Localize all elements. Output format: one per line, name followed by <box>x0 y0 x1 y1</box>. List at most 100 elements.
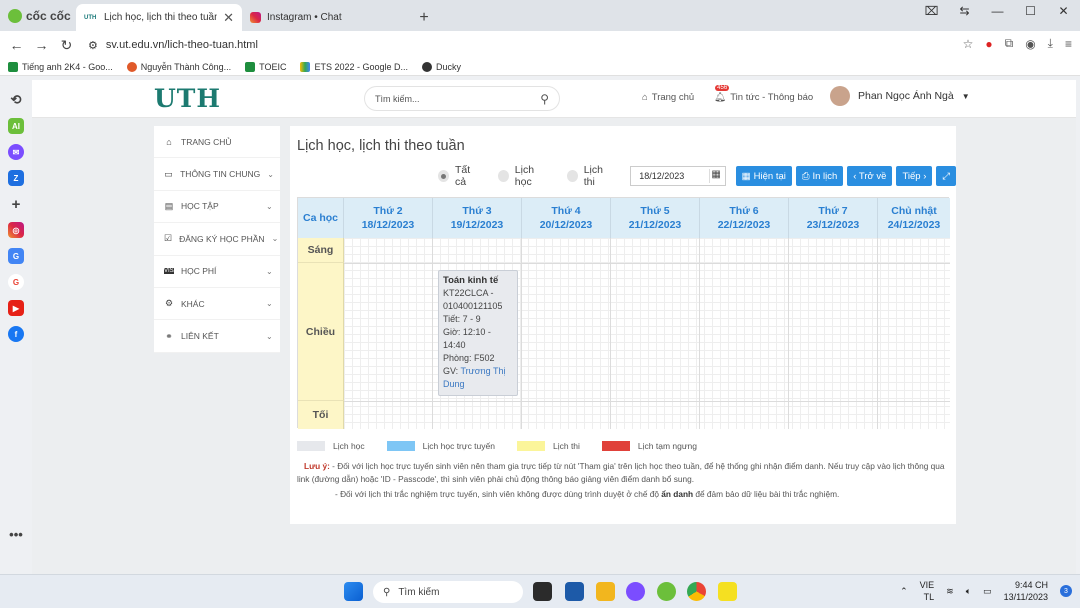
close-tab-icon[interactable]: ✕ <box>223 10 234 26</box>
reload-icon[interactable]: ↻ <box>54 37 79 54</box>
clock-date: 13/11/2023 <box>1003 592 1048 602</box>
youtube-icon[interactable]: ▶ <box>8 300 24 316</box>
bookmark-item[interactable]: Nguyễn Thành Công... <box>126 62 231 72</box>
sticky-notes-icon[interactable] <box>718 582 737 601</box>
screen-capture-icon[interactable]: ⌧ <box>915 0 948 22</box>
volume-icon[interactable]: 🔈︎ <box>966 586 971 597</box>
bookmark-item[interactable]: TOEIC <box>245 62 286 72</box>
new-tab-button[interactable]: + <box>410 4 438 31</box>
bookmark-label: ETS 2022 - Google D... <box>314 62 409 72</box>
menu-item-links[interactable]: ⚭ LIÊN KẾT ⌄ <box>154 320 280 353</box>
close-window-button[interactable]: ✕ <box>1047 0 1080 22</box>
store-icon[interactable] <box>565 582 584 601</box>
coccoc-icon[interactable] <box>657 582 676 601</box>
print-button[interactable]: ⎙ In lịch <box>795 166 844 186</box>
current-week-button[interactable]: ▦ Hiện tại <box>735 166 792 186</box>
sidebar-toggle-icon[interactable]: ⇆ <box>948 0 981 22</box>
header-day: Thứ 4 20/12/2023 <box>522 198 611 238</box>
translate-icon[interactable]: G <box>8 248 24 264</box>
legend-label: Lịch học <box>333 441 365 451</box>
search-icon[interactable]: ⚲ <box>540 92 549 106</box>
file-explorer-icon[interactable] <box>596 582 615 601</box>
event-code: 010400121105 <box>443 301 503 311</box>
news-badge: 456 <box>715 85 730 91</box>
print-icon: ⎙ <box>801 170 810 182</box>
language-indicator[interactable]: VIE TL <box>920 579 935 603</box>
header-day: Thứ 2 18/12/2023 <box>344 198 433 238</box>
page-title: Lịch học, lịch thi theo tuần <box>297 138 465 154</box>
more-icon[interactable]: ••• <box>8 526 24 542</box>
messenger-icon[interactable] <box>626 582 645 601</box>
back-icon[interactable]: ← <box>4 37 29 53</box>
ai-icon[interactable]: AI <box>8 118 24 134</box>
filter-all-radio[interactable]: Tất cả <box>438 164 482 188</box>
legend-label: Lịch tạm ngưng <box>637 441 698 451</box>
profile-avatar-icon[interactable]: ◉ <box>1025 37 1035 51</box>
legend: Lịch học Lịch học trực tuyến Lịch thi Lị… <box>297 441 719 451</box>
tab-instagram[interactable]: Instagram • Chat <box>242 4 410 31</box>
gear-icon: ⚙ <box>164 298 174 309</box>
extensions-icon[interactable]: ⧉ <box>1005 36 1014 51</box>
url-field[interactable]: ⚙ sv.ut.edu.vn/lich-theo-tuan.html <box>82 34 942 56</box>
bookmark-item[interactable]: Tiếng anh 2K4 - Goo... <box>8 62 113 72</box>
checkbox-icon: ☑ <box>164 233 173 244</box>
tab-schedule[interactable]: UTH Lịch học, lịch thi theo tuần ✕ <box>76 4 242 31</box>
previous-week-button[interactable]: ‹ Trở về <box>847 166 893 186</box>
note-paragraph: - Đối với lịch thi trắc nghiệm trực tuyế… <box>297 488 949 501</box>
messenger-icon[interactable]: ✉ <box>8 144 24 160</box>
facebook-icon[interactable]: f <box>8 326 24 342</box>
taskbar-search[interactable]: ⚲ Tìm kiếm <box>373 581 523 603</box>
next-week-button[interactable]: Tiếp › <box>896 166 933 186</box>
menu-item-course-registration[interactable]: ☑ ĐĂNG KÝ HỌC PHẦN ⌄ <box>154 223 280 256</box>
forward-icon[interactable]: → <box>29 37 54 53</box>
clock[interactable]: 9:44 CH 13/11/2023 <box>1004 579 1048 603</box>
chrome-icon[interactable] <box>687 582 706 601</box>
day-name: Thứ 6 <box>729 205 759 217</box>
menu-item-tuition[interactable]: VISA HỌC PHÍ ⌄ <box>154 256 280 288</box>
task-view-icon[interactable] <box>533 582 552 601</box>
menu-item-home[interactable]: ⌂ TRANG CHỦ <box>154 126 280 159</box>
date-picker-input[interactable]: 18/12/2023 ▦ <box>630 166 726 186</box>
bookmark-item[interactable]: ETS 2022 - Google D... <box>300 62 408 72</box>
browser-menu-icon[interactable]: ≡ <box>1065 37 1072 51</box>
nav-news-link[interactable]: 456 🔔︎ Tin tức - Thông báo <box>714 85 813 103</box>
sheets-icon <box>8 62 18 72</box>
calendar-icon: ▦ <box>741 170 751 182</box>
opera-extension-icon[interactable]: ● <box>985 37 992 51</box>
class-event-card[interactable]: Toán kinh tế KT22CLCA - 010400121105 Tiế… <box>438 270 518 396</box>
download-icon[interactable]: ⤓ <box>1048 36 1053 51</box>
wifi-icon[interactable]: ≋ <box>946 586 954 597</box>
tab-label: Instagram • Chat <box>267 12 342 23</box>
history-icon[interactable]: ⟲ <box>8 92 24 108</box>
notification-badge[interactable]: 3 <box>1060 585 1072 597</box>
event-teacher-row: GV: Trương Thị Dung <box>443 365 513 391</box>
legend-item: Lịch thi <box>516 441 580 451</box>
zalo-icon[interactable]: Z <box>8 170 24 186</box>
filter-exam-radio[interactable]: Lịch thi <box>566 164 615 188</box>
search-input[interactable]: Tìm kiếm... <box>375 94 540 104</box>
day-name: Thứ 4 <box>551 205 581 217</box>
menu-item-other[interactable]: ⚙ KHÁC ⌄ <box>154 288 280 321</box>
battery-icon[interactable]: ▭ <box>983 586 992 597</box>
chevron-up-icon[interactable]: ⌃ <box>900 586 908 597</box>
maximize-button[interactable]: ☐ <box>1014 0 1047 22</box>
user-menu[interactable]: Phan Ngọc Ánh Ngà ▼ <box>830 86 970 106</box>
note-emphasis: ẩn danh <box>661 489 694 499</box>
minimize-button[interactable]: — <box>981 0 1014 22</box>
instagram-icon[interactable]: ◎ <box>8 222 24 238</box>
uth-logo[interactable]: UTH <box>154 84 221 113</box>
fullscreen-button[interactable]: ⤢ <box>936 166 956 186</box>
google-icon[interactable]: G <box>8 274 24 290</box>
calendar-icon[interactable]: ▦ <box>708 169 723 183</box>
add-icon[interactable]: + <box>8 196 24 213</box>
site-settings-icon[interactable]: ⚙ <box>88 39 98 52</box>
search-box[interactable]: Tìm kiếm... ⚲ <box>364 86 560 111</box>
nav-home-link[interactable]: ⌂ Trang chủ <box>642 92 694 103</box>
start-menu-icon[interactable] <box>344 582 363 601</box>
bookmark-star-icon[interactable]: ☆ <box>963 37 974 51</box>
filter-study-radio[interactable]: Lịch học <box>497 164 551 188</box>
menu-item-study[interactable]: ▤ HỌC TẬP ⌄ <box>154 191 280 224</box>
menu-item-general-info[interactable]: ▭ THÔNG TIN CHUNG ⌄ <box>154 158 280 191</box>
web-page: UTH Tìm kiếm... ⚲ ⌂ Trang chủ 456 🔔︎ Tin tứ… <box>32 80 1076 574</box>
bookmark-item[interactable]: Ducky <box>422 62 461 72</box>
